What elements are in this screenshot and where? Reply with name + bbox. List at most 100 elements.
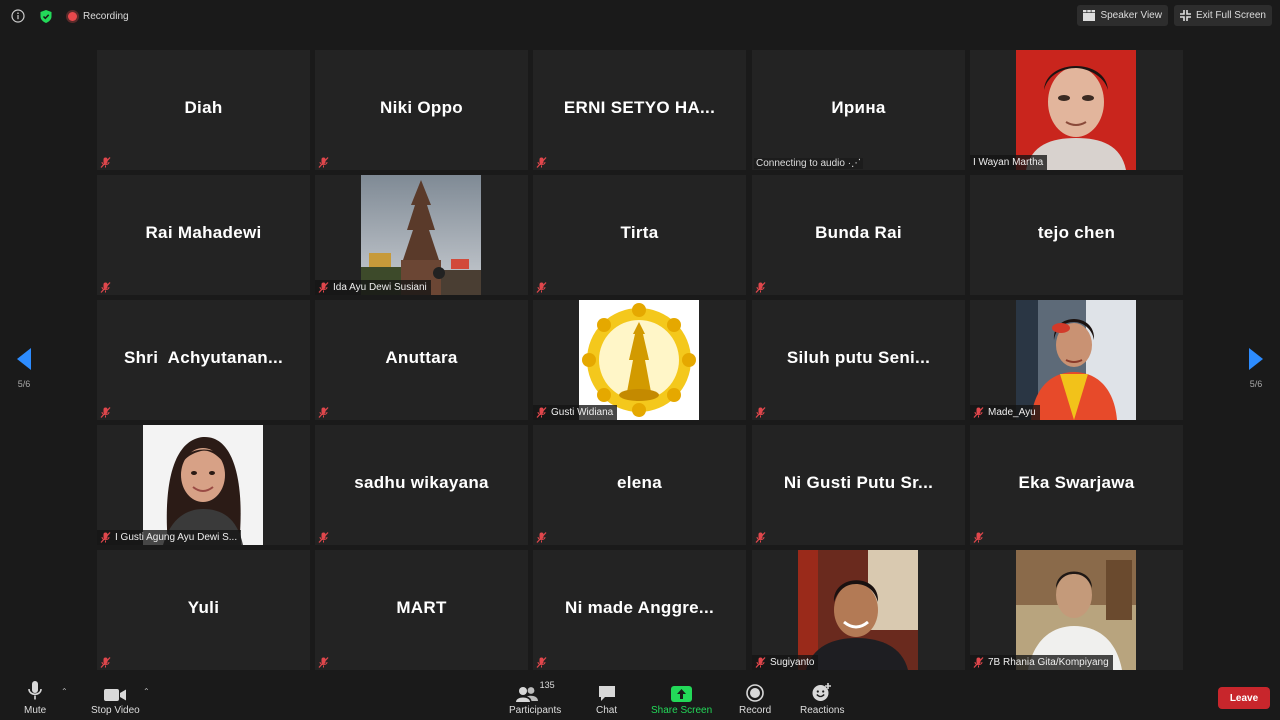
participants-grid: Diah Niki Oppo ERNI SETYO HA... Ирина Co… — [97, 50, 1183, 670]
muted-mic-icon — [318, 407, 329, 418]
participants-label: Participants — [509, 705, 562, 716]
record-button[interactable]: Record — [739, 678, 771, 716]
participant-name: I Wayan Martha — [973, 157, 1044, 168]
reaction-smiley-icon — [812, 683, 832, 701]
participant-label: I Wayan Martha — [970, 155, 1048, 170]
participant-tile[interactable]: Eka Swarjawa — [970, 425, 1183, 545]
mute-button[interactable]: Mute — [24, 678, 46, 716]
participant-name: Tirta — [620, 223, 659, 242]
recording-label: Recording — [83, 10, 129, 22]
participant-tile[interactable]: I Gusti Agung Ayu Dewi S... — [97, 425, 310, 545]
speaker-view-button[interactable]: Speaker View — [1077, 5, 1168, 26]
video-feed — [1016, 300, 1136, 420]
participant-tile[interactable]: MART — [315, 550, 528, 670]
loading-dots-icon: ·⋰ — [847, 158, 862, 169]
participant-tile[interactable]: Ирина Connecting to audio ·⋰ — [752, 50, 965, 170]
participant-label — [752, 405, 770, 420]
participant-tile[interactable]: Tirta — [533, 175, 746, 295]
participant-name: Anuttara — [385, 348, 458, 367]
participant-name: Ni Gusti Putu Sr... — [783, 473, 934, 492]
participant-name: sadhu wikayana — [354, 473, 489, 492]
muted-mic-icon — [755, 282, 766, 293]
participant-tile[interactable]: Shri Achyutanan... — [97, 300, 310, 420]
stop-video-button[interactable]: Stop Video — [91, 678, 140, 716]
video-feed — [579, 300, 699, 420]
share-screen-button[interactable]: Share Screen — [651, 678, 712, 716]
stop-video-label: Stop Video — [91, 705, 140, 716]
reactions-button[interactable]: Reactions — [800, 678, 844, 716]
exit-full-screen-label: Exit Full Screen — [1195, 10, 1266, 21]
leave-button[interactable]: Leave — [1218, 687, 1270, 709]
participant-label: Ida Ayu Dewi Susiani — [315, 280, 431, 295]
recording-indicator[interactable]: Recording — [64, 11, 133, 22]
participant-label — [970, 530, 988, 545]
participant-label — [315, 405, 333, 420]
recording-dot-icon — [68, 11, 77, 21]
muted-mic-icon — [318, 282, 329, 293]
mute-label: Mute — [24, 705, 47, 716]
muted-mic-icon — [536, 657, 547, 668]
page-indicator-right: 5/6 — [1249, 379, 1263, 389]
participant-name: Rai Mahadewi — [145, 223, 262, 242]
muted-mic-icon — [755, 532, 766, 543]
muted-mic-icon — [536, 157, 547, 168]
muted-mic-icon — [318, 157, 329, 168]
participant-label — [315, 655, 333, 670]
participant-label — [315, 530, 333, 545]
chat-bubble-icon — [598, 686, 615, 701]
participant-label — [752, 530, 770, 545]
next-page-control[interactable]: 5/6 — [1242, 348, 1270, 389]
participant-name: Bunda Rai — [815, 223, 902, 242]
participant-tile[interactable]: elena — [533, 425, 746, 545]
participant-tile[interactable]: Ida Ayu Dewi Susiani — [315, 175, 528, 295]
participant-tile[interactable]: 7B Rhania Gita/Kompiyang — [970, 550, 1183, 670]
connecting-audio-status: Connecting to audio ·⋰ — [754, 158, 864, 169]
participant-tile[interactable]: sadhu wikayana — [315, 425, 528, 545]
participants-button[interactable]: 135 Participants — [509, 678, 561, 716]
participant-tile[interactable]: Sugiyanto — [752, 550, 965, 670]
audio-options-chevron-up-icon[interactable]: ⌃ — [61, 687, 68, 696]
participant-name: 7B Rhania Gita/Kompiyang — [988, 657, 1109, 668]
status-text: Connecting to audio — [756, 158, 845, 169]
participant-name: Eka Swarjawa — [1018, 473, 1135, 492]
participant-name: Shri Achyutanan... — [123, 348, 284, 367]
chat-button[interactable]: Chat — [596, 678, 617, 716]
participant-tile[interactable]: Ni made Anggre... — [533, 550, 746, 670]
record-label: Record — [739, 705, 772, 716]
participant-name: MART — [396, 598, 447, 617]
previous-page-control[interactable]: 5/6 — [10, 348, 38, 389]
encryption-shield-icon[interactable] — [36, 6, 56, 26]
muted-mic-icon — [318, 532, 329, 543]
participant-tile[interactable]: Niki Oppo — [315, 50, 528, 170]
exit-full-screen-button[interactable]: Exit Full Screen — [1173, 5, 1272, 26]
muted-mic-icon — [100, 657, 111, 668]
participant-name: Ida Ayu Dewi Susiani — [333, 282, 427, 293]
participant-name: I Gusti Agung Ayu Dewi S... — [115, 532, 238, 543]
participant-tile[interactable]: tejo chen — [970, 175, 1183, 295]
right-arrow-icon[interactable] — [1249, 348, 1263, 370]
video-feed — [143, 425, 263, 545]
participant-label — [97, 155, 115, 170]
participant-tile[interactable]: Diah — [97, 50, 310, 170]
participant-tile[interactable]: Rai Mahadewi — [97, 175, 310, 295]
participant-name: Diah — [184, 98, 223, 117]
participant-tile[interactable]: Bunda Rai — [752, 175, 965, 295]
speaker-view-label: Speaker View — [1100, 10, 1162, 21]
participant-tile[interactable]: Gusti Widiana — [533, 300, 746, 420]
video-options-chevron-up-icon[interactable]: ⌃ — [143, 687, 150, 696]
participant-tile[interactable]: Made_Ayu — [970, 300, 1183, 420]
reactions-label: Reactions — [800, 705, 845, 716]
participant-tile[interactable]: Ni Gusti Putu Sr... — [752, 425, 965, 545]
participant-tile[interactable]: ERNI SETYO HA... — [533, 50, 746, 170]
participant-tile[interactable]: I Wayan Martha — [970, 50, 1183, 170]
participant-tile[interactable]: Siluh putu Seni... — [752, 300, 965, 420]
meeting-info-icon[interactable] — [8, 6, 28, 26]
participant-tile[interactable]: Yuli — [97, 550, 310, 670]
participant-name: tejo chen — [1037, 223, 1116, 242]
video-feed — [1016, 550, 1136, 670]
participant-name: Ирина — [831, 98, 886, 117]
left-arrow-icon[interactable] — [17, 348, 31, 370]
muted-mic-icon — [536, 407, 547, 418]
participant-tile[interactable]: Anuttara — [315, 300, 528, 420]
page-indicator-left: 5/6 — [17, 379, 31, 389]
